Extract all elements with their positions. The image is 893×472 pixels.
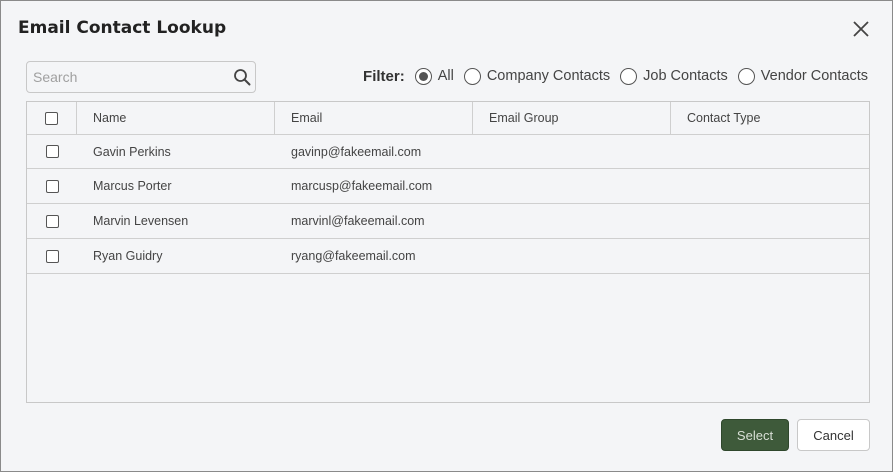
radio-button[interactable] — [620, 67, 638, 85]
contact-email-group — [473, 204, 671, 238]
filter-option-all[interactable]: All — [414, 67, 454, 85]
contact-email: marcusp@fakeemail.com — [291, 179, 433, 193]
radio-button[interactable] — [463, 67, 481, 85]
filter-label: Filter: — [363, 67, 405, 85]
search-box — [26, 61, 256, 93]
row-checkbox[interactable] — [45, 179, 59, 193]
filter-option-vendor-contacts[interactable]: Vendor Contacts — [737, 67, 868, 85]
table-row[interactable]: Ryan Guidry ryang@fakeemail.com — [27, 239, 869, 274]
filter-option-label: Company Contacts — [486, 68, 611, 84]
contact-email-group — [473, 169, 671, 203]
column-header-email[interactable]: Email — [275, 102, 473, 134]
contact-email: marvinl@fakeemail.com — [291, 214, 425, 228]
select-button[interactable]: Select — [721, 419, 789, 451]
radio-selected-dot — [418, 71, 428, 81]
select-all-cell — [27, 102, 77, 134]
contact-name: Marvin Levensen — [93, 214, 189, 228]
row-checkbox[interactable] — [45, 249, 59, 263]
cancel-button[interactable]: Cancel — [797, 419, 870, 451]
contact-type — [671, 135, 869, 168]
filter-option-job-contacts[interactable]: Job Contacts — [620, 67, 728, 85]
table-row[interactable]: Marvin Levensen marvinl@fakeemail.com — [27, 204, 869, 239]
contact-type — [671, 169, 869, 203]
radio-button[interactable] — [414, 67, 432, 85]
contact-email: gavinp@fakeemail.com — [291, 144, 422, 159]
contact-type — [671, 239, 869, 273]
column-header-contact-type[interactable]: Contact Type — [671, 102, 869, 134]
contact-name: Ryan Guidry — [93, 249, 163, 263]
row-checkbox-cell — [27, 239, 77, 273]
select-all-checkbox[interactable] — [45, 111, 58, 125]
column-header-email-group[interactable]: Email Group — [473, 102, 671, 134]
filter-option-label: Job Contacts — [643, 68, 728, 84]
row-checkbox-cell — [27, 204, 77, 238]
table-row[interactable]: Marcus Porter marcusp@fakeemail.com — [27, 169, 869, 204]
email-contact-lookup-dialog: Email Contact Lookup Filter: All Company… — [0, 0, 893, 472]
contact-filter: Filter: All Company Contacts Job Contact… — [363, 65, 868, 87]
dialog-title: Email Contact Lookup — [18, 18, 227, 38]
close-icon — [853, 21, 869, 37]
filter-option-company-contacts[interactable]: Company Contacts — [463, 67, 611, 85]
contact-email-group — [473, 239, 671, 273]
contacts-table: Name Email Email Group Contact Type Gavi… — [26, 101, 870, 403]
table-row[interactable]: Gavin Perkins gavinp@fakeemail.com — [27, 135, 869, 169]
column-header-name[interactable]: Name — [77, 102, 275, 134]
row-checkbox[interactable] — [45, 214, 59, 228]
table-header: Name Email Email Group Contact Type — [27, 102, 869, 135]
filter-option-label: Vendor Contacts — [760, 68, 868, 84]
row-checkbox-cell — [27, 135, 77, 168]
search-input[interactable] — [27, 62, 227, 92]
radio-button[interactable] — [737, 67, 755, 85]
row-checkbox[interactable] — [45, 145, 59, 158]
contact-email: ryang@fakeemail.com — [291, 249, 416, 263]
contact-name: Gavin Perkins — [93, 144, 171, 159]
contact-type — [671, 204, 869, 238]
contact-name: Marcus Porter — [93, 179, 172, 193]
row-checkbox-cell — [27, 169, 77, 203]
search-icon[interactable] — [233, 68, 251, 86]
filter-option-label: All — [437, 68, 454, 84]
contact-email-group — [473, 135, 671, 168]
close-button[interactable] — [849, 17, 873, 41]
